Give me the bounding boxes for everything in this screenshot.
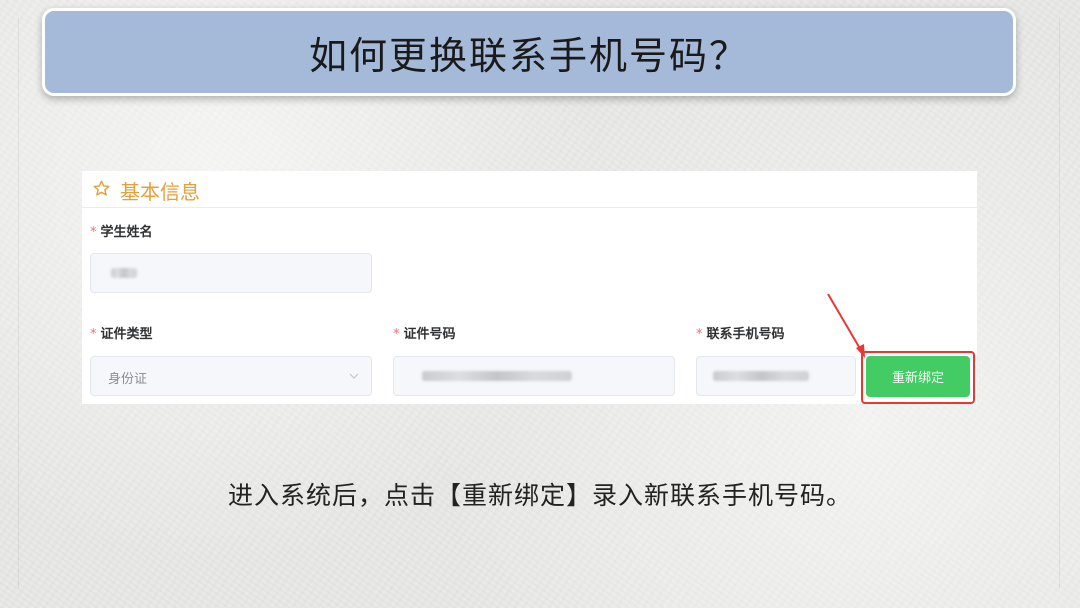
phone-label: * 联系手机号码 <box>696 323 785 342</box>
redacted-value <box>713 371 809 381</box>
id-type-select[interactable]: 身份证 <box>90 356 372 396</box>
student-name-label-text: 学生姓名 <box>100 225 153 240</box>
card-header: 基本信息 <box>82 171 977 208</box>
required-mark: * <box>696 327 703 342</box>
id-number-input[interactable] <box>393 356 675 396</box>
id-type-value: 身份证 <box>108 372 148 387</box>
section-title: 基本信息 <box>120 180 200 204</box>
title-banner: 如何更换联系手机号码？ <box>42 8 1016 96</box>
chevron-down-icon <box>349 373 359 379</box>
student-name-input[interactable] <box>90 253 372 293</box>
redacted-value <box>422 371 572 381</box>
page-title: 如何更换联系手机号码？ <box>308 33 749 78</box>
star-outline-icon <box>93 180 110 196</box>
id-number-label: * 证件号码 <box>393 323 456 342</box>
instruction-text: 进入系统后，点击【重新绑定】录入新联系手机号码。 <box>227 481 852 510</box>
redacted-value <box>111 268 137 278</box>
phone-label-text: 联系手机号码 <box>706 327 785 342</box>
phone-input[interactable] <box>696 356 856 396</box>
highlight-arrow-icon <box>827 293 865 358</box>
required-mark: * <box>90 225 97 240</box>
required-mark: * <box>393 327 400 342</box>
rebind-button[interactable]: 重新绑定 <box>866 356 970 397</box>
id-number-label-text: 证件号码 <box>403 327 456 342</box>
student-name-label: * 学生姓名 <box>90 221 153 240</box>
id-type-label: * 证件类型 <box>90 323 153 342</box>
required-mark: * <box>90 327 97 342</box>
id-type-label-text: 证件类型 <box>100 327 153 342</box>
